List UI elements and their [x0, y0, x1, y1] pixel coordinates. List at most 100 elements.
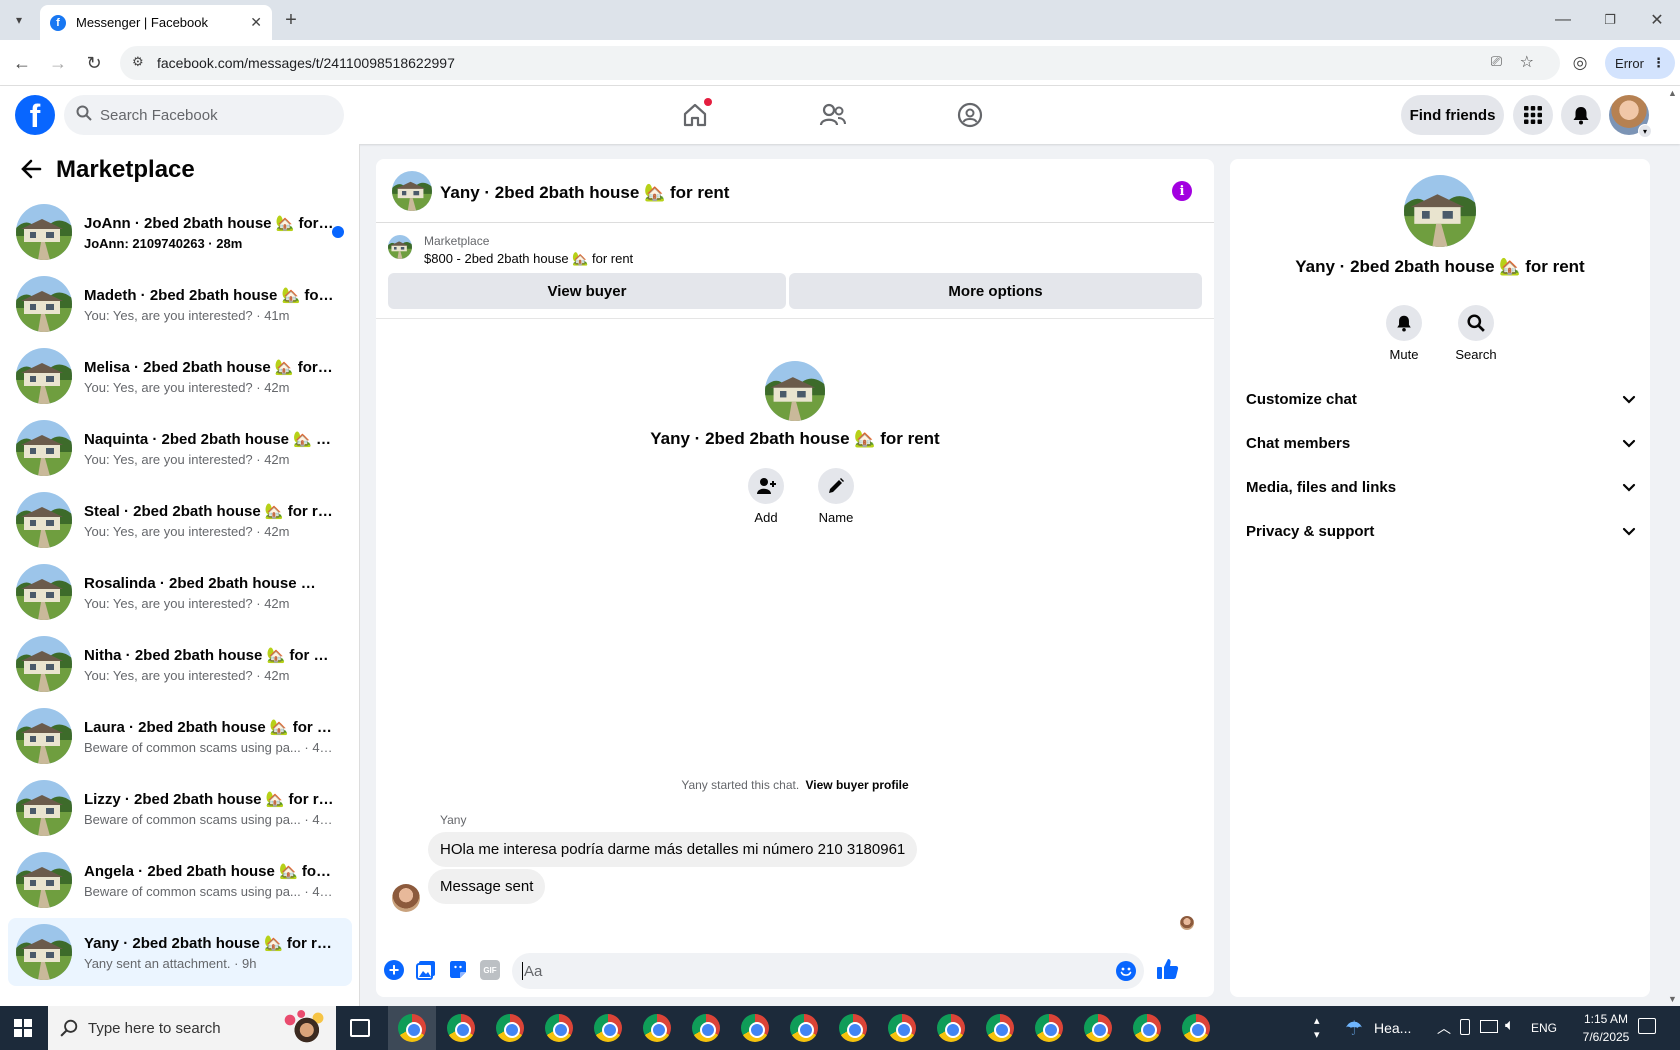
chrome-taskbar-icon[interactable]	[790, 1014, 818, 1042]
conversation-item[interactable]: Nitha · 2bed 2bath house 🏡 for rent You: …	[8, 630, 352, 698]
notifications-button[interactable]	[1561, 95, 1601, 135]
site-info-icon[interactable]: ⚙	[132, 54, 144, 70]
chrome-taskbar-icon[interactable]	[888, 1014, 916, 1042]
chrome-taskbar-icon[interactable]	[1035, 1014, 1063, 1042]
info-section-toggle[interactable]: Privacy & support	[1246, 511, 1636, 551]
close-window-icon[interactable]: ✕	[1642, 5, 1672, 35]
chrome-taskbar-icon[interactable]	[692, 1014, 720, 1042]
chrome-taskbar-icon[interactable]	[594, 1014, 622, 1042]
back-icon[interactable]: ←	[7, 48, 37, 78]
network-icon[interactable]	[1480, 1020, 1498, 1033]
taskbar-search-input[interactable]: Type here to search	[48, 1006, 336, 1050]
chrome-taskbar-icon[interactable]	[1182, 1014, 1210, 1042]
chat-title[interactable]: Yany · 2bed 2bath house 🏡 for rent	[440, 183, 729, 203]
bookmark-star-icon[interactable]: ☆	[1520, 52, 1534, 72]
weather-umbrella-icon[interactable]: ☂	[1345, 1016, 1363, 1041]
mute-button[interactable]: Mute	[1378, 305, 1430, 362]
info-avatar[interactable]	[1404, 175, 1476, 247]
restore-icon[interactable]: ❐	[1595, 5, 1625, 35]
chrome-taskbar-icon[interactable]	[741, 1014, 769, 1042]
show-more-icon[interactable]: ▴ ▾	[1314, 1014, 1320, 1042]
conversation-item[interactable]: Steal · 2bed 2bath house 🏡 for rent You: …	[8, 486, 352, 554]
browser-tab[interactable]: f Messenger | Facebook ✕	[40, 5, 272, 40]
conversation-item[interactable]: JoAnn · 2bed 2bath house 🏡 for rent JoAnn…	[8, 198, 352, 266]
new-tab-icon[interactable]: +	[276, 5, 306, 35]
chat-header-avatar[interactable]	[392, 171, 432, 211]
tray-device-icon[interactable]	[1460, 1019, 1470, 1035]
forward-icon[interactable]: →	[43, 48, 73, 78]
sticker-icon[interactable]	[448, 960, 468, 985]
close-tab-icon[interactable]: ✕	[250, 14, 262, 31]
reload-icon[interactable]: ↻	[79, 48, 109, 78]
info-section-toggle[interactable]: Chat members	[1246, 423, 1636, 463]
search-placeholder: Search Facebook	[100, 106, 218, 124]
weather-label[interactable]: Hea...	[1374, 1020, 1411, 1036]
conversation-item[interactable]: Naquinta · 2bed 2bath house 🏡 for rent Yo…	[8, 414, 352, 482]
chrome-taskbar-icon[interactable]	[986, 1014, 1014, 1042]
volume-icon[interactable]: 🔈︎	[1505, 1017, 1515, 1035]
windows-start-icon[interactable]	[14, 1019, 32, 1037]
add-people-button[interactable]: Add	[740, 468, 792, 525]
action-center-icon[interactable]	[1638, 1018, 1656, 1034]
conversation-item[interactable]: Rosalinda · 2bed 2bath house 🏡 for rent Y…	[8, 558, 352, 626]
menu-button[interactable]	[1513, 95, 1553, 135]
nav-home[interactable]	[640, 92, 750, 138]
conversation-item[interactable]: Angela · 2bed 2bath house 🏡 for rent Bewa…	[8, 846, 352, 914]
chevron-down-icon	[1622, 439, 1636, 448]
profile-avatar[interactable]: ▾	[1609, 95, 1652, 138]
conversation-item[interactable]: Yany · 2bed 2bath house 🏡 for rent Yany s…	[8, 918, 352, 986]
chrome-taskbar-icon[interactable]	[1133, 1014, 1161, 1042]
chrome-taskbar-icon[interactable]	[496, 1014, 524, 1042]
chrome-taskbar-icon[interactable]	[839, 1014, 867, 1042]
tab-list-icon[interactable]: ▾	[4, 5, 34, 35]
conversation-item[interactable]: Laura · 2bed 2bath house 🏡 for rent Bewar…	[8, 702, 352, 770]
message-input[interactable]: Aa	[512, 953, 1144, 989]
task-view-icon[interactable]	[350, 1019, 370, 1037]
scroll-up-arrow-icon[interactable]: ▲	[1668, 88, 1677, 98]
name-chat-button[interactable]: Name	[806, 468, 866, 525]
info-section-toggle[interactable]: Media, files and links	[1246, 467, 1636, 507]
language-label[interactable]: ENG	[1531, 1021, 1557, 1035]
chrome-taskbar-icon[interactable]	[643, 1014, 671, 1042]
attach-photo-icon[interactable]	[416, 960, 436, 985]
like-thumb-icon[interactable]	[1156, 957, 1180, 986]
facebook-logo-icon[interactable]: f	[15, 95, 55, 135]
minimize-icon[interactable]: —	[1548, 5, 1578, 35]
back-arrow-icon[interactable]	[20, 158, 46, 184]
conversation-item[interactable]: Lizzy · 2bed 2bath house 🏡 for rent Bewar…	[8, 774, 352, 842]
info-section-toggle[interactable]: Customize chat	[1246, 379, 1636, 419]
clock[interactable]: 1:15 AM 7/6/2025	[1570, 1010, 1642, 1046]
conversation-item[interactable]: Madeth · 2bed 2bath house 🏡 for rent You:…	[8, 270, 352, 338]
chrome-taskbar-icon[interactable]	[545, 1014, 573, 1042]
nav-groups[interactable]	[915, 92, 1025, 138]
sender-avatar[interactable]	[392, 884, 420, 912]
account-icon[interactable]: ◎	[1565, 48, 1595, 78]
chrome-taskbar-icon[interactable]	[447, 1014, 475, 1042]
emoji-icon[interactable]	[1116, 961, 1136, 981]
more-actions-icon[interactable]: +	[384, 960, 404, 980]
conversation-preview: JoAnn: 2109740263 · 28m	[84, 235, 243, 251]
tray-chevron-icon[interactable]: ︿	[1437, 1018, 1451, 1038]
info-icon[interactable]: i	[1172, 181, 1192, 201]
chrome-taskbar-icon[interactable]	[1084, 1014, 1112, 1042]
address-bar[interactable]: ⚙ facebook.com/messages/t/24110098518622…	[120, 46, 1560, 80]
gif-icon[interactable]: GIF	[480, 960, 500, 980]
chrome-taskbar-icon[interactable]	[937, 1014, 965, 1042]
incoming-message[interactable]: HOla me interesa podría darme más detall…	[428, 832, 918, 867]
more-options-button[interactable]: More options	[789, 273, 1202, 309]
facebook-search-input[interactable]: Search Facebook	[64, 95, 344, 135]
scroll-down-arrow-icon[interactable]: ▼	[1668, 994, 1677, 1004]
profile-error-button[interactable]: Error ⋮	[1605, 47, 1675, 79]
nav-friends[interactable]	[778, 92, 888, 138]
find-friends-button[interactable]: Find friends	[1401, 95, 1504, 135]
view-buyer-button[interactable]: View buyer	[388, 273, 786, 309]
view-buyer-profile-link[interactable]: View buyer profile	[806, 778, 909, 792]
install-app-icon[interactable]: ⎚	[1491, 53, 1502, 70]
chrome-taskbar-icon[interactable]	[398, 1014, 426, 1042]
conversation-item[interactable]: Melisa · 2bed 2bath house 🏡 for rent You:…	[8, 342, 352, 410]
listing-text[interactable]: $800 - 2bed 2bath house 🏡 for rent	[424, 251, 633, 267]
listing-thumbnail[interactable]	[388, 235, 412, 259]
grid-menu-icon	[1524, 106, 1542, 124]
conversation-preview: You: Yes, are you interested? · 42m	[84, 667, 290, 683]
search-chat-button[interactable]: Search	[1448, 305, 1504, 362]
